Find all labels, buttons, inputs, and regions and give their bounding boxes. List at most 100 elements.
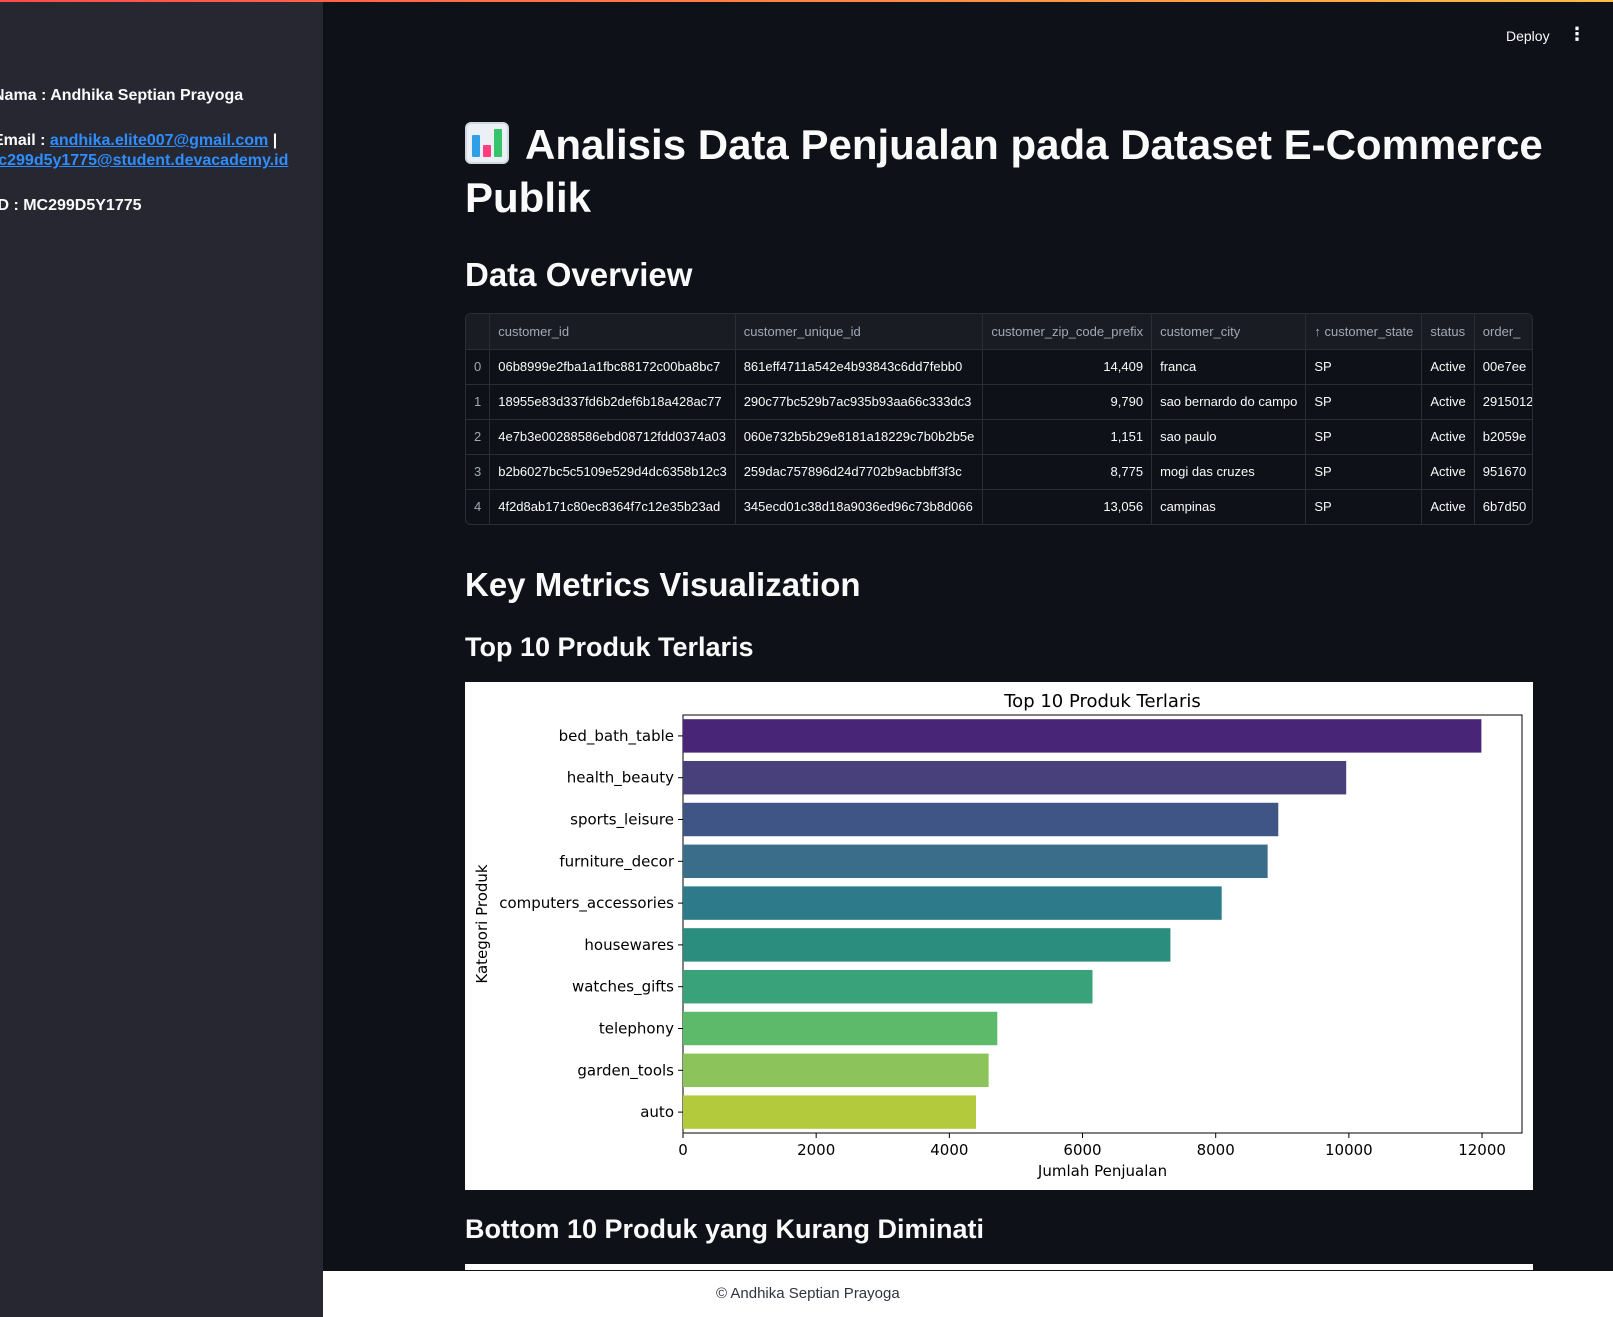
chart-title: Top 10 Produk Terlaris	[1003, 691, 1200, 712]
chart-bar	[683, 1095, 976, 1129]
bottom10-heading: Bottom 10 Produk yang Kurang Diminati	[465, 1214, 985, 1244]
table-cell[interactable]: Active	[1421, 384, 1475, 420]
table-cell[interactable]: 06b8999e2fba1a1fbc88172c00ba8bc7	[489, 349, 736, 385]
top10-heading: Top 10 Produk Terlaris	[465, 632, 754, 662]
table-cell[interactable]: 951670	[1474, 454, 1532, 490]
table-cell[interactable]: 0	[466, 349, 491, 385]
table-cell[interactable]: 3	[466, 454, 491, 490]
column-header[interactable]: ↑ customer_state	[1305, 314, 1423, 350]
table-cell[interactable]: 9,790	[982, 384, 1153, 420]
table-cell[interactable]: Active	[1421, 419, 1475, 455]
table-cell[interactable]: SP	[1305, 454, 1423, 490]
email-link-1[interactable]: andhika.elite007@gmail.com	[50, 132, 268, 149]
key-metrics-heading: Key Metrics Visualization	[465, 566, 861, 603]
table-row[interactable]: 4 4f2d8ab171c80ec8364f7c12e35b23ad 345ecd0…	[466, 489, 1532, 524]
table-cell[interactable]: Active	[1421, 489, 1475, 524]
y-axis-label: Kategori Produk	[473, 864, 491, 984]
column-header[interactable]: customer_unique_id	[735, 314, 984, 350]
email-separator: |	[272, 132, 278, 149]
x-tick-label: 8000	[1197, 1141, 1235, 1159]
column-header[interactable]: customer_city	[1151, 314, 1307, 350]
data-table[interactable]: customer_id customer_unique_id customer_zi…	[465, 313, 1533, 525]
table-row[interactable]: 3 b2b6027bc5c5109e529d4dc6358b12c3 259dac7…	[466, 454, 1532, 490]
table-cell[interactable]: sao paulo	[1151, 419, 1307, 455]
chart-bar	[683, 1053, 989, 1088]
top10-chart: bed_bath_table health_beauty sports_leisur…	[465, 682, 1533, 1190]
table-cell[interactable]: franca	[1151, 349, 1307, 385]
table-cell[interactable]: b2059e	[1474, 419, 1532, 455]
table-cell[interactable]: 861eff4711a542e4b93843c6dd7febb0	[735, 349, 984, 385]
y-tick-label: furniture_decor	[559, 852, 674, 871]
table-cell[interactable]: 1,151	[982, 419, 1153, 455]
x-tick-label: 4000	[930, 1141, 968, 1159]
x-tick-label: 0	[678, 1141, 688, 1159]
table-cell[interactable]: 4e7b3e00288586ebd08712fdd0374a03	[489, 419, 736, 455]
table-body: 0 06b8999e2fba1a1fbc88172c00ba8bc7 861eff4…	[466, 349, 1532, 524]
y-tick-label: auto	[640, 1103, 674, 1121]
y-tick-label: telephony	[599, 1020, 674, 1038]
table-cell[interactable]: 6b7d50	[1474, 489, 1532, 524]
x-tick-label: 2000	[797, 1141, 835, 1159]
chart-bar	[683, 969, 1093, 1004]
table-row[interactable]: 0 06b8999e2fba1a1fbc88172c00ba8bc7 861eff4…	[466, 349, 1532, 385]
sidebar: Nama : Andhika Septian Prayoga Email : a…	[0, 0, 323, 1317]
table-cell[interactable]: Active	[1421, 349, 1475, 385]
kebab-menu-icon[interactable]: ⋮	[1568, 26, 1586, 44]
table-cell[interactable]: SP	[1305, 489, 1423, 524]
bar-chart-emoji-icon	[465, 122, 509, 164]
table-cell[interactable]: Active	[1421, 454, 1475, 490]
table-row[interactable]: 2 4e7b3e00288586ebd08712fdd0374a03 060e732…	[466, 419, 1532, 455]
table-cell[interactable]: mogi das cruzes	[1151, 454, 1307, 490]
chart-bar	[683, 928, 1171, 962]
table-cell[interactable]: 29150127	[1474, 384, 1532, 420]
email-link-2[interactable]: mc299d5y1775@student.devacademy.id	[0, 152, 288, 169]
sidebar-email-label: Email :	[0, 132, 46, 149]
table-cell[interactable]: SP	[1305, 419, 1423, 455]
column-header[interactable]: status	[1421, 314, 1475, 350]
table-cell[interactable]: campinas	[1151, 489, 1307, 524]
table-cell[interactable]: 13,056	[982, 489, 1153, 524]
chart-bar	[683, 1011, 998, 1046]
table-cell[interactable]: 4	[466, 489, 491, 524]
table-cell[interactable]: 1	[466, 384, 491, 420]
y-tick-label: bed_bath_table	[559, 727, 674, 746]
column-header[interactable]	[466, 314, 491, 350]
chart-bar	[683, 719, 1482, 753]
deploy-button[interactable]: Deploy	[1506, 28, 1550, 44]
x-tick-label: 10000	[1325, 1141, 1373, 1159]
top-decoration-bar	[0, 0, 1613, 2]
chart-bar	[683, 886, 1222, 920]
table-cell[interactable]: 290c77bc529b7ac935b93aa66c333dc3	[735, 384, 984, 420]
table-header-row: customer_id customer_unique_id customer_zi…	[466, 314, 1532, 350]
table-cell[interactable]: b2b6027bc5c5109e529d4dc6358b12c3	[489, 454, 736, 490]
table-row[interactable]: 1 18955e83d337fd6b2def6b18a428ac77 290c77b…	[466, 384, 1532, 420]
x-tick-label: 12000	[1458, 1141, 1506, 1159]
table-cell[interactable]: sao bernardo do campo	[1151, 384, 1307, 420]
table-cell[interactable]: 060e732b5b29e8181a18229c7b0b2b5e	[735, 419, 984, 455]
sidebar-email-2: mc299d5y1775@student.devacademy.id	[0, 152, 288, 170]
table-cell[interactable]: 345ecd01c38d18a9036ed96c73b8d066	[735, 489, 984, 524]
data-overview-heading: Data Overview	[465, 256, 693, 293]
sidebar-email: Email : andhika.elite007@gmail.com |	[0, 132, 277, 150]
column-header[interactable]: order_	[1474, 314, 1532, 350]
table-cell[interactable]: 8,775	[982, 454, 1153, 490]
table-cell[interactable]: 4f2d8ab171c80ec8364f7c12e35b23ad	[489, 489, 736, 524]
chart-bar	[683, 802, 1279, 837]
table-cell[interactable]: 259dac757896d24d7702b9acbbff3f3c	[735, 454, 984, 490]
y-tick-label: sports_leisure	[570, 811, 674, 830]
footer: © Andhika Septian Prayoga	[323, 1271, 1613, 1317]
table-cell[interactable]: SP	[1305, 384, 1423, 420]
bottom10-chart-top	[465, 1264, 1533, 1270]
table-cell[interactable]: 18955e83d337fd6b2def6b18a428ac77	[489, 384, 736, 420]
table-cell[interactable]: 2	[466, 419, 491, 455]
chart-bar	[683, 760, 1347, 795]
column-header[interactable]: customer_zip_code_prefix	[982, 314, 1153, 350]
table-cell[interactable]: 00e7ee	[1474, 349, 1532, 385]
column-header[interactable]: customer_id	[489, 314, 736, 350]
sidebar-id: ID : MC299D5Y1775	[0, 197, 142, 214]
table-cell[interactable]: SP	[1305, 349, 1423, 385]
table-cell[interactable]: 14,409	[982, 349, 1153, 385]
page-title-text: Analisis Data Penjualan pada Dataset E-C…	[465, 121, 1543, 221]
y-tick-label: health_beauty	[567, 769, 674, 788]
y-tick-label: watches_gifts	[572, 978, 674, 997]
